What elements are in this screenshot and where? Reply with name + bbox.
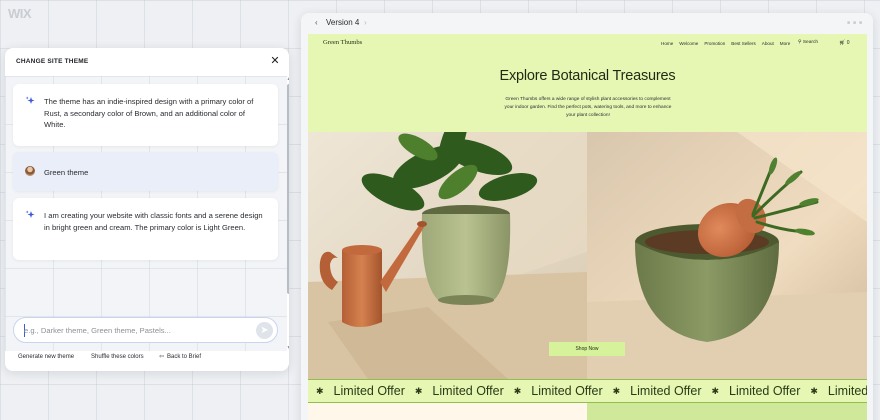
ai-message: I am creating your website with classic … (13, 198, 278, 260)
ticker-text: Limited Offer (531, 384, 603, 398)
chat-area: The theme has an indie-inspired design w… (5, 76, 287, 351)
ticker-text: Limited Offer (630, 384, 702, 398)
site-search[interactable]: ⚲ Search (798, 40, 818, 45)
plant-photo-left (308, 132, 587, 379)
send-icon[interactable]: ➤ (256, 322, 273, 339)
scroll-down-icon[interactable]: ▼ (286, 345, 289, 351)
back-arrow-icon: ⇦ (159, 354, 165, 360)
star-icon: ✱ (414, 385, 423, 396)
shop-now-button[interactable]: Shop Now (549, 342, 625, 356)
site-cart[interactable]: 🛒︎ 0 (839, 40, 850, 46)
scroll-thumb[interactable] (287, 84, 289, 294)
ticker-text: Limited Offer (729, 384, 801, 398)
message-text: The theme has an indie-inspired design w… (44, 97, 254, 129)
panel-title: CHANGE SITE THEME (16, 58, 89, 65)
next-section-left (308, 403, 587, 420)
theme-prompt-field[interactable]: ➤ (13, 317, 278, 343)
message-text: Green theme (44, 168, 89, 177)
chevron-left-icon[interactable]: ‹ (315, 18, 318, 27)
site-header: Green Thumbs Home Welcome Promotion Best… (308, 34, 867, 54)
version-label: Version 4 (326, 18, 360, 27)
nav-item-best-sellers[interactable]: Best Sellers (731, 41, 756, 46)
hero-image-plant-bowl (587, 132, 867, 379)
plant-photo-right (587, 132, 867, 379)
sparkle-icon (25, 96, 35, 104)
chevron-right-icon[interactable]: › (364, 18, 367, 27)
nav-item-promotion[interactable]: Promotion (704, 41, 725, 46)
shuffle-colors-button[interactable]: Shuffle these colors (86, 351, 149, 364)
sparkle-icon (25, 210, 35, 218)
site-preview-window: ‹ Version 4 › ■■■ Green Thumbs Home Welc… (301, 13, 873, 420)
ticker-text: Limited Offer (432, 384, 504, 398)
panel-actions: Generate new theme Shuffle these colors … (13, 351, 283, 365)
wix-logo: WIX (8, 6, 32, 21)
nav-item-welcome[interactable]: Welcome (679, 41, 698, 46)
star-icon: ✱ (810, 385, 818, 396)
site-page: Green Thumbs Home Welcome Promotion Best… (308, 34, 867, 420)
panel-header: CHANGE SITE THEME ✕ (5, 48, 289, 76)
back-to-brief-button[interactable]: ⇦ Back to Brief (155, 351, 207, 364)
site-logo[interactable]: Green Thumbs (323, 39, 362, 46)
message-text: I am creating your website with classic … (44, 211, 263, 232)
theme-prompt-input[interactable] (24, 324, 244, 337)
next-section (308, 403, 867, 420)
ticker-text: Limited Offer (827, 384, 867, 398)
ai-message: The theme has an indie-inspired design w… (13, 84, 278, 146)
search-label: Search (802, 40, 819, 45)
cart-icon: 🛒︎ (839, 40, 846, 46)
star-icon: ✱ (612, 385, 621, 396)
ticker-text: Limited Offer (333, 384, 405, 398)
search-icon: ⚲ (798, 40, 802, 45)
next-section-right (587, 403, 867, 420)
scroll-up-icon[interactable]: ▲ (286, 76, 289, 82)
hero-image-watering-can (308, 132, 587, 379)
avatar (25, 166, 35, 176)
site-nav: Home Welcome Promotion Best Sellers Abou… (661, 41, 790, 46)
limited-offer-ticker: ✱ Limited Offer ✱ Limited Offer ✱ Limite… (308, 379, 867, 403)
ticker-row: ✱ Limited Offer ✱ Limited Offer ✱ Limite… (316, 384, 867, 398)
window-controls[interactable]: ■■■ (847, 20, 865, 26)
nav-item-home[interactable]: Home (661, 41, 673, 46)
generate-new-theme-button[interactable]: Generate new theme (13, 351, 80, 364)
nav-item-more[interactable]: More (780, 41, 790, 46)
close-icon[interactable]: ✕ (269, 55, 281, 67)
star-icon: ✱ (711, 385, 720, 396)
chat-scrollbar[interactable]: ▲ ▼ (286, 76, 289, 351)
hero-description: Green Thumbs offers a wide range of styl… (504, 97, 672, 118)
user-message: Green theme (13, 152, 278, 191)
nav-item-about[interactable]: About (762, 41, 774, 46)
star-icon: ✱ (316, 385, 324, 396)
cart-count: 0 (846, 40, 850, 46)
preview-toolbar: ‹ Version 4 › ■■■ (301, 13, 873, 34)
star-icon: ✱ (513, 385, 522, 396)
change-theme-panel: CHANGE SITE THEME ✕ The theme has an ind… (5, 48, 289, 371)
back-to-brief-label: Back to Brief (167, 354, 202, 360)
hero-title: Explore Botanical Treasures (499, 68, 676, 84)
